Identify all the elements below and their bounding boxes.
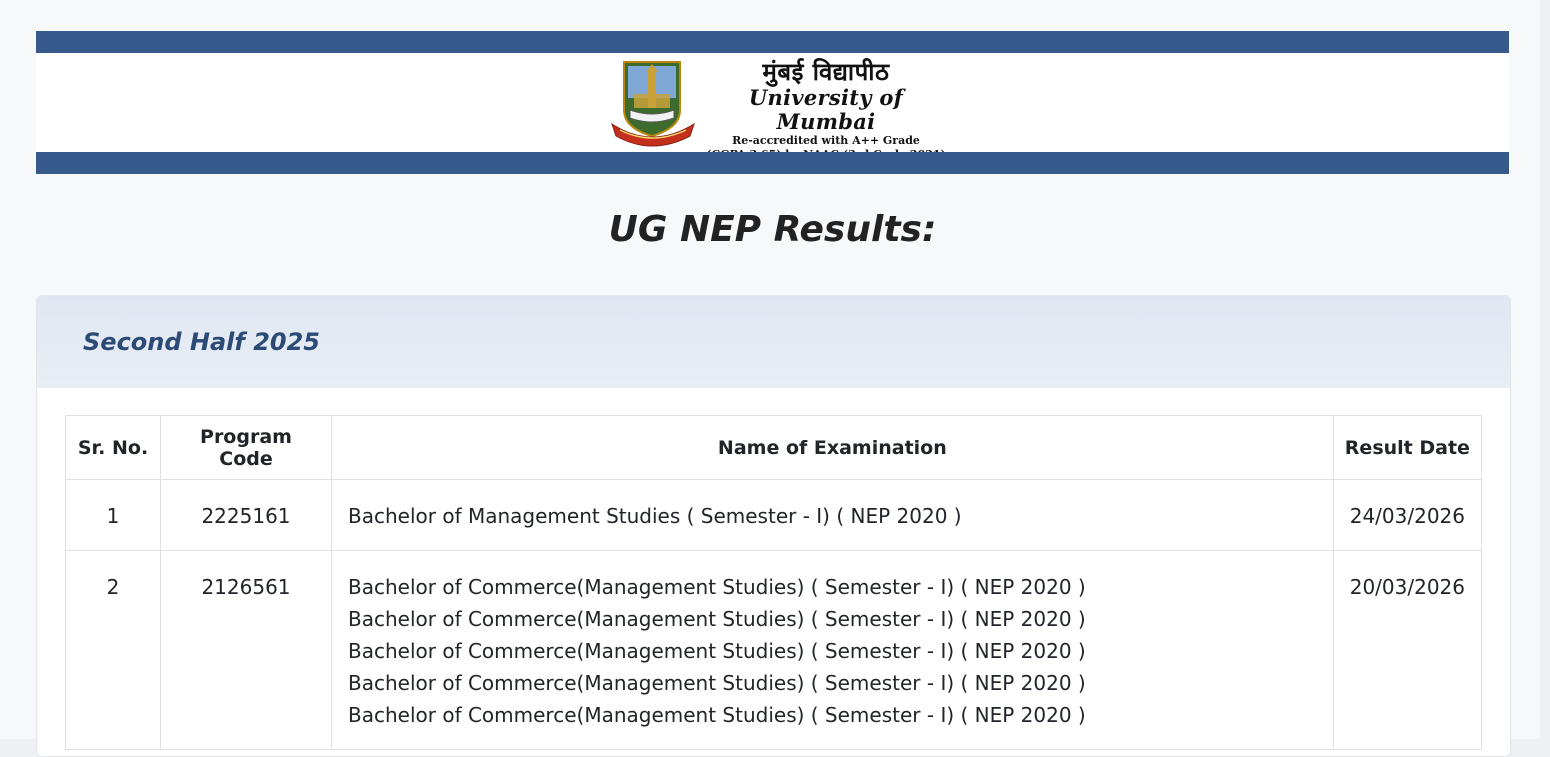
university-name-english: University of Mumbai bbox=[748, 85, 904, 134]
table-row: 1 2225161 Bachelor of Management Studies… bbox=[65, 479, 1483, 551]
column-header-result-date: Result Date bbox=[1332, 415, 1483, 480]
university-crest-icon bbox=[611, 61, 695, 147]
accreditation-text: Re-accredited with A++ Grade bbox=[732, 134, 920, 147]
exam-link[interactable]: Bachelor of Commerce(Management Studies)… bbox=[348, 571, 1317, 603]
exam-link[interactable]: Bachelor of Commerce(Management Studies)… bbox=[348, 603, 1317, 635]
results-card: Second Half 2025 Sr. No. Program Code Na… bbox=[36, 295, 1511, 757]
university-name-hindi: मुंबई विद्यापीठ bbox=[762, 57, 890, 86]
table-header-row: Sr. No. Program Code Name of Examination… bbox=[65, 415, 1483, 480]
banner-top-bar bbox=[36, 31, 1509, 53]
column-header-sr-no: Sr. No. bbox=[65, 415, 161, 480]
university-logo[interactable]: मुंबई विद्यापीठ University of Mumbai Re-… bbox=[610, 58, 946, 161]
cell-exam-name: Bachelor of Management Studies ( Semeste… bbox=[331, 479, 1334, 551]
column-header-exam-name: Name of Examination bbox=[331, 415, 1334, 480]
banner-bottom-bar bbox=[36, 152, 1509, 174]
cell-program-code: 2126561 bbox=[160, 550, 332, 750]
page-title: UG NEP Results: bbox=[608, 209, 937, 250]
cell-sr-no: 1 bbox=[65, 479, 161, 551]
cell-program-code: 2225161 bbox=[160, 479, 332, 551]
logo-text: मुंबई विद्यापीठ University of Mumbai Re-… bbox=[706, 58, 946, 162]
cell-exam-name: Bachelor of Commerce(Management Studies)… bbox=[331, 550, 1334, 750]
exam-link[interactable]: Bachelor of Commerce(Management Studies)… bbox=[348, 699, 1317, 731]
cell-result-date: 20/03/2026 bbox=[1332, 550, 1483, 750]
exam-link[interactable]: Bachelor of Commerce(Management Studies)… bbox=[348, 667, 1317, 699]
page: मुंबई विद्यापीठ University of Mumbai Re-… bbox=[0, 0, 1540, 757]
section-title: Second Half 2025 bbox=[83, 328, 320, 356]
page-scrollbar[interactable] bbox=[1540, 0, 1550, 739]
results-table: Sr. No. Program Code Name of Examination… bbox=[65, 415, 1483, 750]
university-banner: मुंबई विद्यापीठ University of Mumbai Re-… bbox=[36, 31, 1509, 174]
exam-link[interactable]: Bachelor of Commerce(Management Studies)… bbox=[348, 635, 1317, 667]
cell-sr-no: 2 bbox=[65, 550, 161, 750]
cell-result-date: 24/03/2026 bbox=[1332, 479, 1483, 551]
column-header-program-code: Program Code bbox=[160, 415, 332, 480]
exam-link[interactable]: Bachelor of Management Studies ( Semeste… bbox=[348, 500, 1317, 532]
card-header: Second Half 2025 bbox=[37, 296, 1510, 388]
table-row: 2 2126561 Bachelor of Commerce(Managemen… bbox=[65, 550, 1483, 750]
